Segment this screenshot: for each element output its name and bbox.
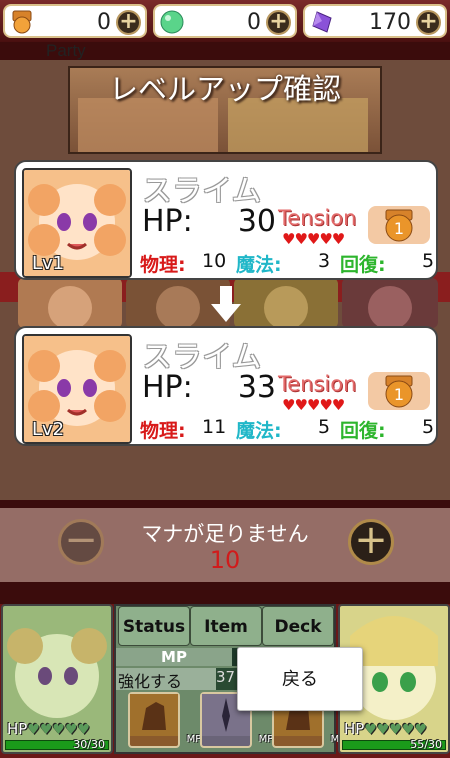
rank-medal-icon: 1 [385, 375, 413, 408]
gold-medal-value: 0 [97, 10, 111, 35]
add-green-orb-button[interactable]: + [266, 10, 291, 35]
stat-row: 物理: 11 魔法: 5 回復: 5 [140, 416, 436, 442]
party-member-4-portrait [342, 278, 438, 328]
right-hp-text: HP [344, 720, 365, 738]
green-orb-value: 0 [247, 10, 261, 35]
purple-crystal-value: 170 [369, 10, 411, 35]
down-arrow-icon [211, 286, 241, 322]
add-gold-medal-button[interactable]: + [116, 10, 141, 35]
rank-badge: 1 [368, 206, 430, 244]
left-hp-hearts-icon: ♥♥♥♥♥ [27, 722, 91, 738]
gold-medal-icon [12, 10, 32, 34]
right-hp-value: 55/30 [410, 738, 442, 751]
physical-label: 物理: [140, 420, 186, 442]
physical-label: 物理: [140, 254, 186, 276]
magic-label: 魔法: [236, 420, 282, 442]
decrease-button[interactable]: − [58, 519, 104, 565]
magic-value: 3 [318, 250, 331, 272]
level-label: Lv2 [32, 419, 65, 440]
green-orb-counter: 0 + [153, 4, 297, 38]
purple-crystal-counter: 170 + [303, 4, 447, 38]
green-orb-icon [160, 10, 184, 34]
add-purple-crystal-button[interactable]: + [416, 10, 441, 35]
character-portrait: Lv1 [22, 168, 132, 278]
magic-value: 5 [318, 416, 331, 438]
physical-value: 11 [202, 416, 227, 438]
resource-bar: 0 + 0 + 170 + [0, 0, 450, 42]
after-level-card: Lv2 スライム HP: 33 Tension ♥♥♥♥♥ 1 物理: 11 魔… [14, 326, 438, 446]
horse-card-icon [130, 694, 178, 736]
heal-value: 5 [422, 250, 435, 272]
deck-card-slot[interactable]: MP:15 [128, 692, 217, 748]
heal-label: 回復: [340, 420, 386, 442]
mp-header: MP [116, 648, 232, 666]
tension-label: Tension [278, 372, 357, 396]
party-label: Party [46, 41, 86, 60]
party-member-1-portrait [18, 278, 122, 328]
hp-label: HP: [142, 370, 193, 405]
mana-cost: 10 [209, 546, 241, 574]
character-portrait: Lv2 [22, 334, 132, 444]
hp-label: HP: [142, 204, 193, 239]
right-hp-label: HP♥♥♥♥♥ [344, 720, 427, 738]
svg-text:1: 1 [394, 385, 404, 404]
party-member-3-portrait [234, 278, 338, 328]
hp-value: 33 [237, 370, 276, 405]
tab-deck[interactable]: Deck [262, 606, 334, 646]
left-hp-text: HP [7, 720, 28, 738]
rank-medal-icon: 1 [385, 209, 413, 242]
left-party-portrait[interactable]: HP♥♥♥♥♥ 30/30 [1, 604, 113, 754]
svg-text:1: 1 [394, 219, 404, 238]
level-label: Lv1 [32, 253, 65, 274]
tension-hearts: ♥♥♥♥♥ [282, 396, 345, 414]
purple-crystal-icon [312, 11, 332, 33]
level-up-title: レベルアップ確認 [108, 72, 341, 106]
tab-item[interactable]: Item [190, 606, 262, 646]
stat-row: 物理: 10 魔法: 3 回復: 5 [140, 250, 436, 276]
gold-medal-counter: 0 + [3, 4, 147, 38]
magic-label: 魔法: [236, 254, 282, 276]
strengthen-button[interactable]: 強化する [116, 668, 216, 691]
heal-value: 5 [422, 416, 435, 438]
right-hp-hearts-icon: ♥♥♥♥♥ [364, 722, 428, 738]
rank-badge: 1 [368, 372, 430, 410]
physical-value: 10 [202, 250, 227, 272]
tension-hearts: ♥♥♥♥♥ [282, 230, 345, 248]
hp-value: 30 [237, 204, 276, 239]
before-level-card: Lv1 スライム HP: 30 Tension ♥♥♥♥♥ 1 物理: 10 魔… [14, 160, 438, 280]
tab-status[interactable]: Status [118, 606, 190, 646]
insufficient-mana-message: マナが足りません [141, 522, 309, 546]
left-hp-label: HP♥♥♥♥♥ [7, 720, 90, 738]
heal-label: 回復: [340, 254, 386, 276]
left-hp-value: 30/30 [73, 738, 105, 751]
tension-label: Tension [278, 206, 357, 230]
back-button[interactable]: 戻る [237, 647, 363, 711]
increase-button[interactable]: + [348, 519, 394, 565]
